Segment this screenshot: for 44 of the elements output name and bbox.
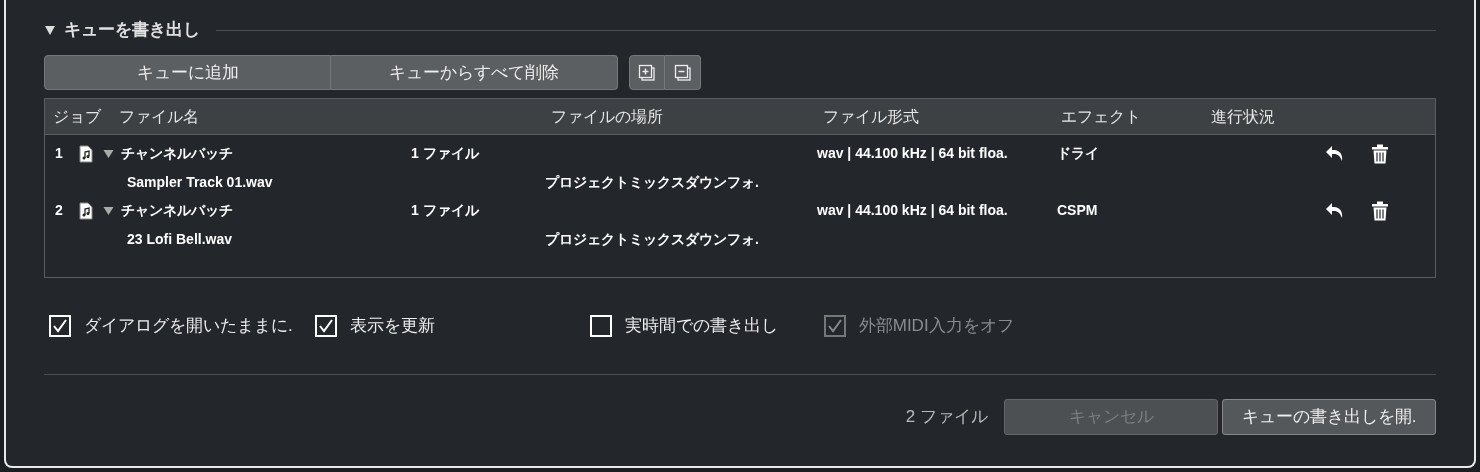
file-format: wav | 44.100 kHz | 64 bit floa. [817,201,1009,220]
batch-name: チャンネルバッチ [121,144,234,163]
file-count-status: 2 ファイル [905,406,988,429]
column-header: ファイル形式 [823,107,919,125]
expand-all-button[interactable] [629,55,665,90]
option-label: 外部MIDI入力をオフ [858,315,1014,338]
option-label: 表示を更新 [349,315,435,338]
option-label: ダイアログを開いたままに. [84,315,293,338]
batch-name: チャンネルバッチ [121,201,234,220]
trash-icon[interactable] [1371,200,1389,221]
expand-triangle-icon[interactable] [103,205,114,216]
job-row[interactable]: 1 チャンネルバッチ 1 ファイル wav | 44.100 kHz | 64 bit floa. ドライ [45,139,1435,168]
file-name: Sampler Track 01.wav [127,172,274,192]
collapse-all-icon [673,63,692,82]
job-row[interactable]: 2 チャンネルバッチ 1 ファイル wav | 44.100 kHz | 64 bit floa. CSPM [45,196,1435,225]
column-header: ファイルの場所 [551,107,663,125]
trash-icon[interactable] [1371,143,1389,164]
file-name: 23 Lofi Bell.wav [127,229,234,249]
column-header: ジョブ [53,107,101,125]
column-header: 進行状況 [1211,107,1275,125]
effect: CSPM [1057,201,1099,220]
file-format: wav | 44.100 kHz | 64 bit floa. [817,144,1009,163]
file-count: 1 ファイル [411,144,480,163]
footer-button[interactable]: キューの書き出しを開. [1222,399,1436,435]
collapse-all-button[interactable] [665,55,701,90]
column-header: エフェクト [1061,107,1141,125]
job-number: 2 [55,201,64,220]
section-title: キューを書き出し [64,19,200,42]
file-count: 1 ファイル [411,201,480,220]
expand-all-icon [638,63,656,82]
option-label: 実時間での書き出し [624,315,778,338]
effect: ドライ [1057,144,1100,163]
audio-file-icon [79,144,93,163]
file-location: プロジェクトミックスダウンフォ. [545,229,759,249]
undo-icon[interactable] [1325,201,1345,220]
expand-triangle-icon[interactable] [103,148,114,159]
job-number: 1 [55,144,64,163]
collapse-triangle-icon[interactable] [44,24,56,36]
undo-icon[interactable] [1325,144,1345,163]
queue-button[interactable]: キューからすべて削除 [331,55,618,90]
file-location: プロジェクトミックスダウンフォ. [545,172,759,192]
audio-file-icon [79,201,93,220]
column-header: ファイル名 [119,107,199,125]
queue-button[interactable]: キューに追加 [44,55,331,90]
